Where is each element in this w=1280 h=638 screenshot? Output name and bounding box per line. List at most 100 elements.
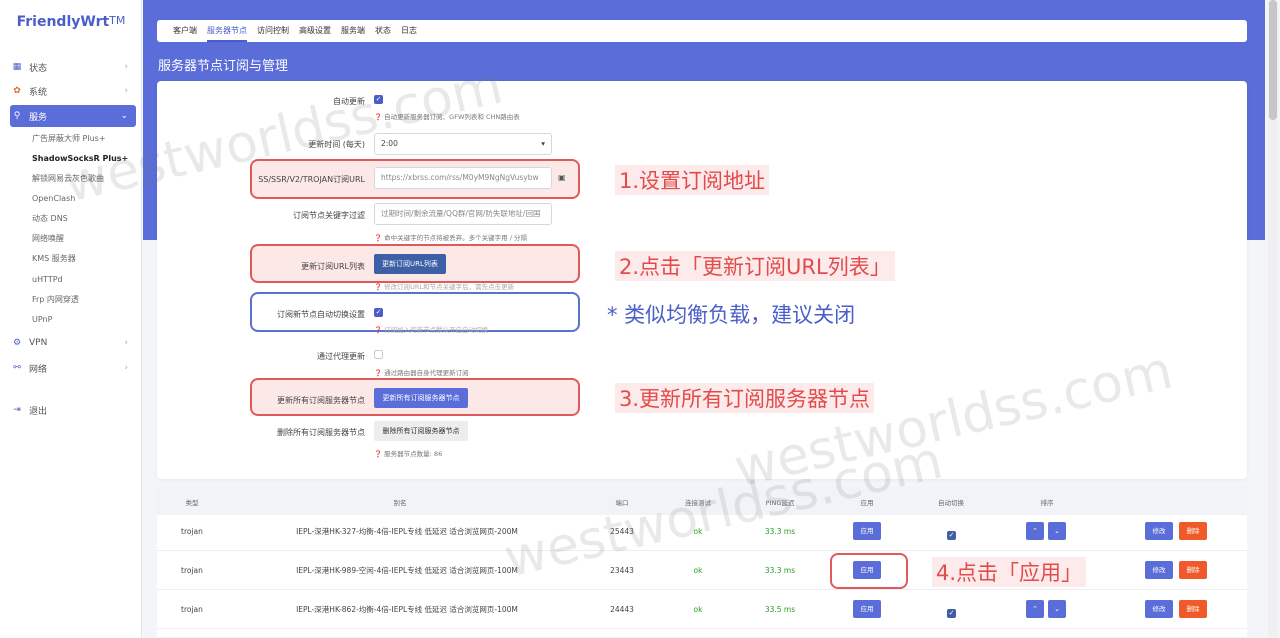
edit-button[interactable]: 修改 [1145,522,1173,540]
brand-logo[interactable]: FriendlyWrtTM [0,14,142,30]
delete-all-nodes-button[interactable]: 删除所有订阅服务器节点 [374,421,468,441]
subscription-form: 自动更新 ✓ ❓ 自动更新服务器订阅、GFW列表和 CHN路由表 更新时间 (每… [157,81,1247,479]
auto-switch-checkbox[interactable]: ✓ [374,308,383,317]
table-row: trojan IEPL-深港HK-327-均衡-4倍-IEPL专线 低延迟 适合… [157,513,1247,551]
auto-switch-checkbox[interactable]: ✓ [947,531,956,540]
sidebar-subitem[interactable]: uHTTPd [32,272,138,288]
gear-icon: ✿ [13,86,21,96]
tab-bar: 客户端 服务器节点 访问控制 高级设置 服务端 状态 日志 [157,20,1247,42]
chevron-right-icon: › [124,86,128,96]
tab-log[interactable]: 日志 [401,20,417,42]
update-all-nodes-button[interactable]: 更新所有订阅服务器节点 [374,388,468,408]
move-down-button[interactable]: ⌄ [1048,600,1066,618]
column-header-ping: PING延迟 [765,499,795,507]
subscription-url-label: SS/SSR/V2/TROJAN订阅URL [258,175,365,184]
cell-alias: IEPL-深港HK-989-空闲-4倍-IEPL专线 低延迟 适合浏览网页-10… [296,566,518,575]
column-header-type: 类型 [185,499,199,507]
annotation-step1: 1.设置订阅地址 [615,165,770,195]
tab-status[interactable]: 状态 [375,20,391,42]
cell-port: 23443 [610,566,634,575]
cell-ping: 33.3 ms [764,527,796,536]
column-header-auto-switch: 自动切换 [938,499,964,507]
chevron-right-icon: › [124,363,128,373]
keyword-filter-label: 订阅节点关键字过滤 [293,211,365,220]
auto-update-label: 自动更新 [333,97,365,106]
proxy-update-checkbox[interactable] [374,350,383,359]
move-up-button[interactable]: ⌃ [1026,522,1044,540]
update-url-hint: ❓ 修改订阅URL和节点关键字后，需先点击更新 [374,283,515,291]
node-count-hint: ❓ 服务器节点数量: 86 [374,450,443,458]
logout-icon: ⇥ [13,405,21,415]
keyword-filter-hint: ❓ 命中关键字的节点将被丢弃。多个关键字用 / 分隔 [374,234,527,242]
column-header-sort: 排序 [1040,499,1054,507]
cell-type: trojan [181,566,203,575]
link-icon: ⚲ [13,111,21,121]
sidebar-item-vpn[interactable]: ⚙ VPN › [10,332,136,354]
edit-button[interactable]: 修改 [1145,561,1173,579]
table-row: trojan IEPL-深港HK-862-均衡-4倍-IEPL专线 低延迟 适合… [157,591,1247,629]
tab-client[interactable]: 客户端 [173,20,197,42]
cell-test: ok [693,527,703,536]
sidebar-item-network[interactable]: ⚯ 网络 › [10,357,136,379]
scrollbar-thumb[interactable] [1269,0,1277,120]
sidebar-subitem[interactable]: 网络唤醒 [32,231,138,247]
sidebar-item-services[interactable]: ⚲ 服务 ⌄ [10,105,136,127]
update-url-label: 更新订阅URL列表 [301,262,365,271]
auto-switch-hint: ❓ 订阅加入的新节点默认开启自动切换 [374,326,489,334]
auto-switch-checkbox[interactable]: ✓ [947,609,956,618]
delete-button[interactable]: 删除 [1179,600,1207,618]
table-row: trojan IEPL-深港HK-989-空闲-4倍-IEPL专线 低延迟 适合… [157,552,1247,590]
annotation-step3: 3.更新所有订阅服务器节点 [615,383,875,413]
sidebar-subitem[interactable]: KMS 服务器 [32,251,138,267]
delete-button[interactable]: 删除 [1179,522,1207,540]
cell-type: trojan [181,527,203,536]
cell-port: 24443 [610,605,634,614]
clipboard-icon[interactable]: ▣ [558,173,566,182]
tab-server[interactable]: 服务端 [341,20,365,42]
update-time-select[interactable]: 2:00 ▾ [374,133,552,155]
delete-button[interactable]: 删除 [1179,561,1207,579]
tab-advanced[interactable]: 高级设置 [299,20,331,42]
apply-button[interactable]: 应用 [853,600,881,618]
sidebar-item-logout[interactable]: ⇥ 退出 [10,399,136,421]
sidebar-item-status[interactable]: ▦ 状态 › [10,56,136,78]
sidebar: FriendlyWrtTM ▦ 状态 › ✿ 系统 › ⚲ 服务 ⌄ 广告屏蔽大师 Plus… [0,0,142,638]
sidebar-subitem[interactable]: 广告屏蔽大师 Plus+ [32,131,138,147]
keyword-filter-input[interactable]: 过期时间/剩余流量/QQ群/官网/防失联地址/回国 [374,203,552,225]
auto-update-checkbox[interactable]: ✓ [374,95,383,104]
sidebar-subitem[interactable]: 解锁网易云灰色歌曲 [32,171,138,187]
trademark: TM [109,14,126,27]
column-header-apply: 应用 [860,499,874,507]
annotation-step2: 2.点击「更新订阅URL列表」 [615,251,895,281]
sidebar-subitem[interactable]: OpenClash [32,191,138,207]
cell-type: trojan [181,605,203,614]
edit-button[interactable]: 修改 [1145,600,1173,618]
auto-update-hint: ❓ 自动更新服务器订阅、GFW列表和 CHN路由表 [374,113,520,121]
page-title: 服务器节点订阅与管理 [158,59,289,74]
tab-server-nodes[interactable]: 服务器节点 [207,20,247,42]
table-header: 类型 别名 端口 连接测试 PING延迟 应用 自动切换 排序 [157,487,1247,515]
sidebar-subitem[interactable]: UPnP [32,312,138,328]
sidebar-item-system[interactable]: ✿ 系统 › [10,80,136,102]
update-url-list-button[interactable]: 更新订阅URL列表 [374,254,446,274]
subscription-url-input[interactable]: https://xbrss.com/rss/M0yM9NgNgVusybw [374,167,552,189]
column-header-test: 连接测试 [685,499,711,507]
chevron-down-icon: ⌄ [120,111,128,121]
sidebar-subitem-ssr-plus[interactable]: ShadowSocksR Plus+ [32,151,138,167]
cell-test: ok [693,605,703,614]
move-up-button[interactable]: ⌃ [1026,600,1044,618]
chevron-down-icon: ▾ [541,139,545,148]
cell-ping: 33.5 ms [764,605,796,614]
delete-all-label: 删除所有订阅服务器节点 [277,428,365,437]
apply-button[interactable]: 应用 [853,522,881,540]
move-down-button[interactable]: ⌄ [1048,522,1066,540]
proxy-update-label: 通过代理更新 [317,352,365,361]
sidebar-subitem[interactable]: 动态 DNS [32,211,138,227]
auto-switch-label: 订阅新节点自动切换设置 [277,310,365,319]
apply-button[interactable]: 应用 [853,561,881,579]
column-header-alias: 别名 [393,499,407,507]
server-node-table: 类型 别名 端口 连接测试 PING延迟 应用 自动切换 排序 trojan I… [157,487,1247,637]
tab-access-control[interactable]: 访问控制 [257,20,289,42]
network-icon: ⚯ [13,363,21,373]
sidebar-subitem[interactable]: Frp 内网穿透 [32,292,138,308]
